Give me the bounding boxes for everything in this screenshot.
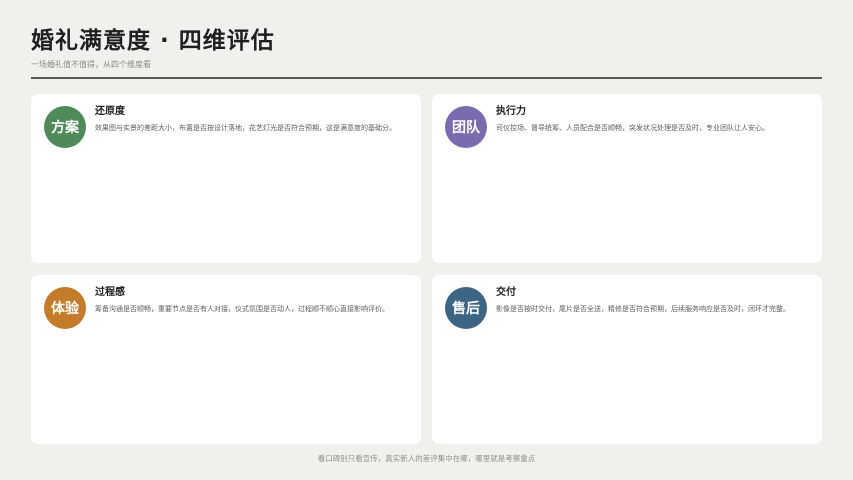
- page-subtitle: 一场婚礼值不值得，从四个维度看: [31, 60, 151, 69]
- page-header: 婚礼满意度 · 四维评估 一场婚礼值不值得，从四个维度看: [31, 26, 822, 70]
- card-experience: 体验 过程感 筹备沟通是否顺畅，重要节点是否有人对接，仪式氛围是否动人，过程顺不…: [31, 275, 421, 444]
- card-description: 影像是否按时交付，尾片是否全送，精修是否符合预期，后续服务响应是否及时，闭环才完…: [496, 305, 790, 313]
- card-title: 交付: [496, 287, 516, 298]
- header-divider: [31, 77, 822, 79]
- badge-aftersales: 售后: [445, 287, 487, 329]
- card-description: 司仪控场、督导统筹、人员配合是否顺畅，突发状况处理是否及时，专业团队让人安心。: [496, 124, 769, 132]
- card-plan: 方案 还原度 效果图与实景的差距大小，布置是否按设计落地，花艺灯光是否符合预期，…: [31, 94, 421, 263]
- badge-team: 团队: [445, 106, 487, 148]
- badge-experience: 体验: [44, 287, 86, 329]
- card-title: 过程感: [95, 287, 125, 298]
- page-title: 婚礼满意度 · 四维评估: [31, 28, 275, 54]
- card-title: 还原度: [95, 106, 125, 117]
- card-description: 筹备沟通是否顺畅，重要节点是否有人对接，仪式氛围是否动人，过程顺不顺心直接影响评…: [95, 305, 389, 313]
- badge-plan: 方案: [44, 106, 86, 148]
- card-title: 执行力: [496, 106, 526, 117]
- card-team: 团队 执行力 司仪控场、督导统筹、人员配合是否顺畅，突发状况处理是否及时，专业团…: [432, 94, 822, 263]
- card-description: 效果图与实景的差距大小，布置是否按设计落地，花艺灯光是否符合预期，这是满意度的基…: [95, 124, 396, 132]
- page-footer-note: 看口碑别只看宣传，真实新人的差评集中在哪，哪里就是考察重点: [317, 454, 536, 463]
- card-aftersales: 售后 交付 影像是否按时交付，尾片是否全送，精修是否符合预期，后续服务响应是否及…: [432, 275, 822, 444]
